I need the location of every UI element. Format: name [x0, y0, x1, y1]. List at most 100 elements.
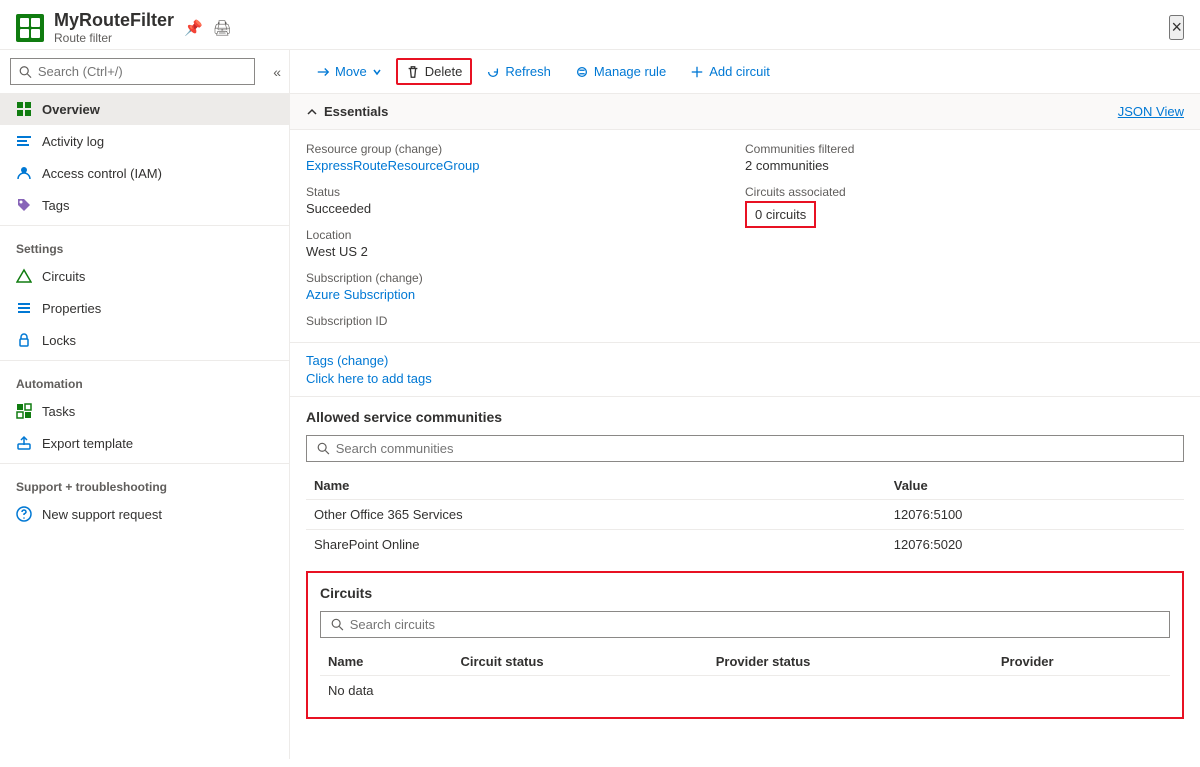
table-row: Other Office 365 Services 12076:5100: [306, 500, 1184, 530]
essentials-toggle[interactable]: Essentials: [306, 104, 388, 119]
location-item: Location West US 2: [306, 228, 745, 259]
lock-icon: [16, 332, 32, 348]
move-chevron-icon: [372, 67, 382, 77]
bars-icon: [16, 300, 32, 316]
status-label: Status: [306, 185, 745, 199]
location-label: Location: [306, 228, 745, 242]
circuits-col-provider-status: Provider status: [708, 648, 993, 676]
sidebar-item-tasks-label: Tasks: [42, 404, 75, 419]
resource-group-link[interactable]: ExpressRouteResourceGroup: [306, 158, 479, 173]
manage-rule-button[interactable]: Manage rule: [565, 58, 676, 85]
circuits-col-circuit-status: Circuit status: [452, 648, 707, 676]
community-name-1: SharePoint Online: [306, 530, 886, 560]
move-button[interactable]: Move: [306, 58, 392, 85]
title-text: MyRouteFilter Route filter: [54, 10, 174, 45]
activity-icon: [16, 133, 32, 149]
circuits-associated-item: Circuits associated 0 circuits: [745, 185, 1184, 228]
communities-search-field[interactable]: [306, 435, 1184, 462]
tags-row: Tags (change) Click here to add tags: [290, 343, 1200, 397]
communities-filtered-value: 2 communities: [745, 158, 1184, 173]
communities-col-value: Value: [886, 472, 1184, 500]
section-settings: Settings: [0, 230, 289, 260]
circuits-section-title: Circuits: [320, 585, 1170, 601]
toolbar: Move Delete Refresh Manage rule Add circ…: [290, 50, 1200, 94]
circuits-no-data-row: No data: [320, 676, 1170, 706]
circuits-no-data: No data: [320, 676, 1170, 706]
subscription-label: Subscription (change): [306, 271, 745, 285]
page-title: MyRouteFilter: [54, 10, 174, 31]
page-subtitle: Route filter: [54, 31, 174, 45]
circuits-section: Circuits Name Circuit status Provider st…: [306, 571, 1184, 719]
sidebar-item-locks-label: Locks: [42, 333, 76, 348]
sidebar-item-tags[interactable]: Tags: [0, 189, 289, 221]
search-icon: [19, 65, 32, 79]
sidebar-item-circuits-label: Circuits: [42, 269, 85, 284]
subscription-link[interactable]: Azure Subscription: [306, 287, 415, 302]
essentials-header: Essentials JSON View: [290, 94, 1200, 130]
export-icon: [16, 435, 32, 451]
sidebar-item-export-label: Export template: [42, 436, 133, 451]
add-circuit-button[interactable]: Add circuit: [680, 58, 780, 85]
section-automation: Automation: [0, 365, 289, 395]
close-button[interactable]: ×: [1169, 15, 1184, 40]
circuits-col-provider: Provider: [993, 648, 1170, 676]
delete-button[interactable]: Delete: [396, 58, 473, 85]
main-layout: « Overview Activity log Access control (…: [0, 50, 1200, 759]
search-circuits-icon: [331, 618, 344, 631]
tasks-icon: [16, 403, 32, 419]
manage-rule-icon: [575, 65, 589, 79]
resource-group-item: Resource group (change) ExpressRouteReso…: [306, 142, 745, 173]
search-input[interactable]: [38, 64, 246, 79]
sidebar-item-support[interactable]: New support request: [0, 498, 289, 530]
triangle-icon: [16, 268, 32, 284]
pin-icon[interactable]: 📌: [184, 19, 203, 37]
section-support: Support + troubleshooting: [0, 468, 289, 498]
sidebar-item-properties[interactable]: Properties: [0, 292, 289, 324]
sidebar-item-activity-log-label: Activity log: [42, 134, 104, 149]
circuits-table: Name Circuit status Provider status Prov…: [320, 648, 1170, 705]
divider-1: [0, 225, 289, 226]
sidebar-item-export[interactable]: Export template: [0, 427, 289, 459]
sidebar-search-box[interactable]: [10, 58, 255, 85]
resource-group-label: Resource group (change): [306, 142, 745, 156]
circuits-search-input[interactable]: [350, 617, 1159, 632]
allowed-communities-title: Allowed service communities: [306, 409, 1184, 425]
divider-3: [0, 463, 289, 464]
delete-icon: [406, 65, 420, 79]
sidebar-item-locks[interactable]: Locks: [0, 324, 289, 356]
collapse-sidebar-button[interactable]: «: [265, 59, 289, 85]
sidebar-item-tasks[interactable]: Tasks: [0, 395, 289, 427]
status-item: Status Succeeded: [306, 185, 745, 216]
tags-change-link[interactable]: Tags (change): [306, 353, 388, 368]
sidebar-item-properties-label: Properties: [42, 301, 101, 316]
sidebar: « Overview Activity log Access control (…: [0, 50, 290, 759]
title-bar: MyRouteFilter Route filter 📌 🖨 ×: [0, 0, 1200, 50]
communities-table: Name Value Other Office 365 Services 120…: [306, 472, 1184, 559]
tags-add-link[interactable]: Click here to add tags: [306, 371, 432, 386]
refresh-button[interactable]: Refresh: [476, 58, 561, 85]
subscription-value: Azure Subscription: [306, 287, 745, 302]
divider-2: [0, 360, 289, 361]
sidebar-item-overview[interactable]: Overview: [0, 93, 289, 125]
community-value-1: 12076:5020: [886, 530, 1184, 560]
sidebar-item-circuits[interactable]: Circuits: [0, 260, 289, 292]
circuits-col-name: Name: [320, 648, 452, 676]
community-name-0: Other Office 365 Services: [306, 500, 886, 530]
subscription-id-label: Subscription ID: [306, 314, 745, 328]
move-icon: [316, 65, 330, 79]
tags-add: Click here to add tags: [306, 371, 1184, 386]
print-icon[interactable]: 🖨: [213, 19, 232, 37]
subscription-id-item: Subscription ID: [306, 314, 745, 330]
sidebar-item-activity-log[interactable]: Activity log: [0, 125, 289, 157]
subscription-item: Subscription (change) Azure Subscription: [306, 271, 745, 302]
circuits-search-field[interactable]: [320, 611, 1170, 638]
essentials-label: Essentials: [324, 104, 388, 119]
community-value-0: 12076:5100: [886, 500, 1184, 530]
search-communities-icon: [317, 442, 330, 455]
location-value: West US 2: [306, 244, 745, 259]
sidebar-item-access-control[interactable]: Access control (IAM): [0, 157, 289, 189]
add-icon: [690, 65, 704, 79]
content-area: Move Delete Refresh Manage rule Add circ…: [290, 50, 1200, 759]
communities-search-input[interactable]: [336, 441, 1173, 456]
json-view-link[interactable]: JSON View: [1118, 104, 1184, 119]
